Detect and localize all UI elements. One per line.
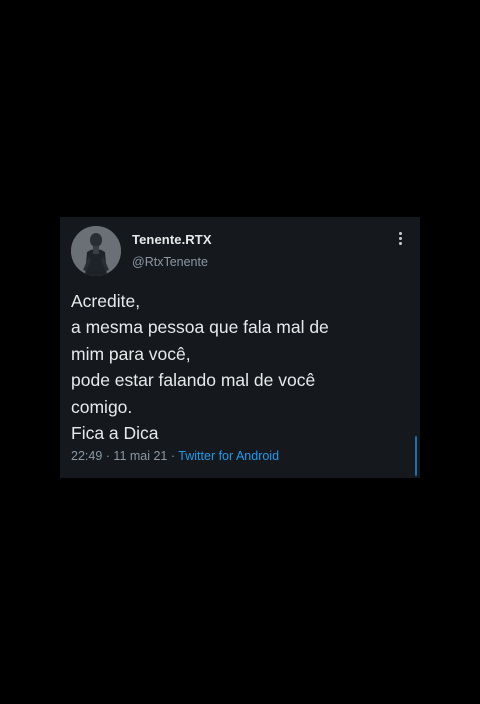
avatar-image [71,226,121,276]
tweet-text-line: pode estar falando mal de você [71,370,316,391]
scrollbar[interactable] [415,436,417,476]
tweet-text-line: Acredite, [71,291,141,311]
meta-separator: · [105,449,110,463]
dot [398,242,402,245]
dot [398,237,402,240]
tweet-date[interactable]: 11 mai 21 [113,449,167,463]
more-options-icon[interactable] [393,232,407,250]
tweet-text-line: a mesma pessoa que fala mal de [71,317,329,338]
tweet-source-link[interactable]: Twitter for Android [178,449,279,463]
display-name[interactable]: Tenente.RTX [132,232,212,247]
dot [398,232,402,235]
user-handle[interactable]: @RtxTenente [132,255,208,269]
tweet-card[interactable]: Tenente.RTX @RtxTenente Acredite, a mesm… [60,217,420,478]
tweet-text-line: Fica a Dica [71,423,159,444]
tweet-meta: 22:49 · 11 mai 21 · Twitter for Android [71,449,279,463]
tweet-text-line: mim para você, [71,343,191,364]
avatar[interactable] [71,226,121,276]
tweet-text: Acredite, a mesma pessoa que fala mal de… [71,288,411,446]
tweet-time[interactable]: 22:49 [71,449,102,463]
tweet-text-line: comigo. [71,396,133,417]
meta-separator: · [170,449,176,463]
